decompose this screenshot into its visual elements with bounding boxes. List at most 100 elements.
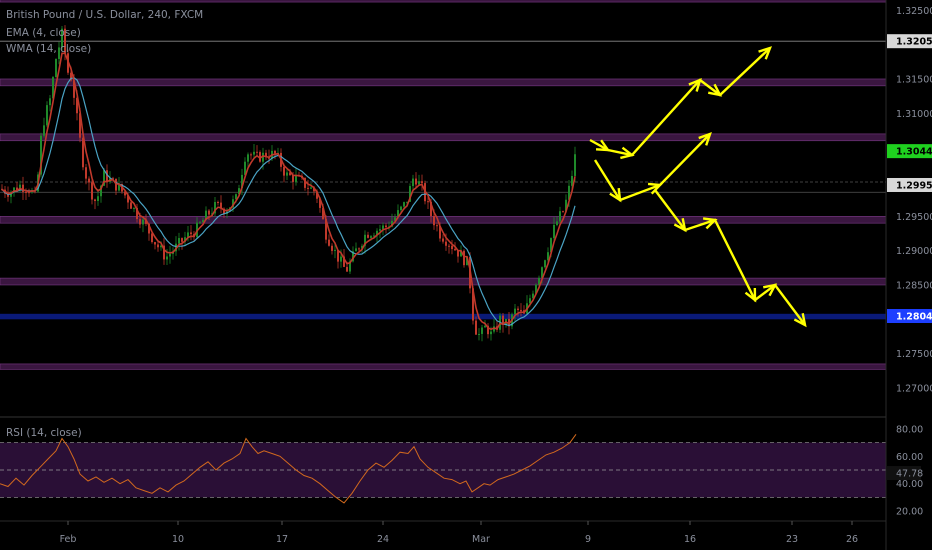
rsi-tick-label: 40.00 [896, 479, 923, 490]
rsi-tick-label: 60.00 [896, 452, 923, 463]
candle-body [28, 192, 30, 194]
price-tag-label: 1.29956 [896, 180, 932, 191]
time-tick-label: 16 [684, 534, 696, 545]
candle-body [574, 154, 576, 176]
resistance-zone [0, 363, 887, 370]
resistance-zone [0, 216, 887, 224]
support-zone [0, 313, 886, 320]
candle-body [151, 233, 153, 243]
candle-body [346, 266, 348, 272]
candle-body [382, 225, 384, 230]
price-tick-label: 1.29500 [896, 212, 932, 223]
candle-body [328, 239, 330, 246]
candle-body [562, 211, 564, 213]
candle-body [331, 245, 333, 251]
candle-body [91, 182, 93, 200]
price-tick-label: 1.32500 [896, 6, 932, 17]
resistance-zone [0, 277, 887, 286]
candle-body [253, 151, 255, 155]
candle-body [385, 225, 387, 228]
candle-body [217, 201, 219, 203]
resistance-zone [0, 133, 887, 142]
candle-body [481, 327, 483, 334]
symbol-legend[interactable]: British Pound / U.S. Dollar, 240, FXCM [6, 9, 203, 21]
time-tick-label: 23 [786, 534, 798, 545]
candle-body [178, 238, 180, 244]
candle-body [43, 125, 45, 136]
candle-body [370, 236, 372, 238]
candle-body [454, 249, 456, 251]
candle-body [307, 187, 309, 189]
rsi-tick-label: 20.00 [896, 507, 923, 518]
price-tag-label: 1.32050 [896, 37, 932, 48]
candle-body [295, 175, 297, 182]
candle-body [208, 210, 210, 215]
candle-body [25, 191, 27, 193]
candle-body [421, 181, 423, 184]
candle-body [286, 172, 288, 176]
candle-body [355, 248, 357, 252]
ema-legend[interactable]: EMA (4, close) [6, 27, 81, 39]
candle-body [247, 154, 249, 162]
candle-body [517, 308, 519, 310]
candle-body [445, 241, 447, 246]
resistance-zone [0, 0, 887, 3]
candle-body [463, 250, 465, 266]
candle-body [97, 196, 99, 202]
price-tag-label: 1.28048 [896, 312, 932, 323]
candle-body [436, 225, 438, 227]
candle-body [412, 178, 414, 187]
candle-body [451, 245, 453, 250]
time-tick-label: 10 [172, 534, 184, 545]
candle-body [142, 219, 144, 225]
candle-body [85, 167, 87, 179]
candle-body [283, 166, 285, 176]
time-tick-label: 17 [276, 534, 288, 545]
candle-body [514, 308, 516, 315]
candle-body [154, 242, 156, 245]
price-tick-label: 1.31500 [896, 74, 932, 85]
candle-body [490, 331, 492, 335]
candle-body [199, 222, 201, 224]
candle-body [556, 221, 558, 225]
candle-body [88, 178, 90, 183]
candle-body [169, 253, 171, 257]
price-tick-label: 1.31000 [896, 109, 932, 120]
candle-body [49, 98, 51, 106]
candle-body [559, 211, 561, 222]
time-tick-label: Mar [472, 534, 490, 545]
rsi-pane [0, 434, 886, 504]
wma-legend[interactable]: WMA (14, close) [6, 43, 91, 55]
candle-body [427, 201, 429, 203]
candle-body [256, 151, 258, 153]
candle-body [139, 219, 141, 225]
candle-body [442, 238, 444, 242]
candle-body [544, 260, 546, 268]
candle-body [340, 256, 342, 262]
candle-body [403, 202, 405, 207]
candle-body [553, 224, 555, 239]
candle-body [484, 325, 486, 328]
time-tick-label: 24 [377, 534, 389, 545]
candle-body [334, 249, 336, 251]
candle-body [379, 229, 381, 231]
candle-body [310, 187, 312, 189]
candle-body [190, 232, 192, 235]
time-tick-label: 26 [846, 534, 858, 545]
candle-body [46, 105, 48, 126]
resistance-zone [0, 78, 887, 87]
rsi-legend[interactable]: RSI (14, close) [6, 427, 82, 439]
candle-body [130, 202, 132, 209]
candle-body [415, 178, 417, 185]
candle-body [133, 207, 135, 209]
candle-body [250, 154, 252, 156]
chart-canvas[interactable]: 1.32500 1.31500 1.31000 1.29500 1.29000 1.285… [0, 0, 932, 550]
price-tick-label: 1.28500 [896, 280, 932, 291]
candle-body [400, 206, 402, 211]
candle-body [418, 181, 420, 185]
candle-body [520, 309, 522, 311]
candle-body [448, 245, 450, 247]
candle-body [475, 320, 477, 335]
price-tick-label: 1.27500 [896, 349, 932, 360]
price-tag-label: 1.30449 [896, 147, 932, 158]
